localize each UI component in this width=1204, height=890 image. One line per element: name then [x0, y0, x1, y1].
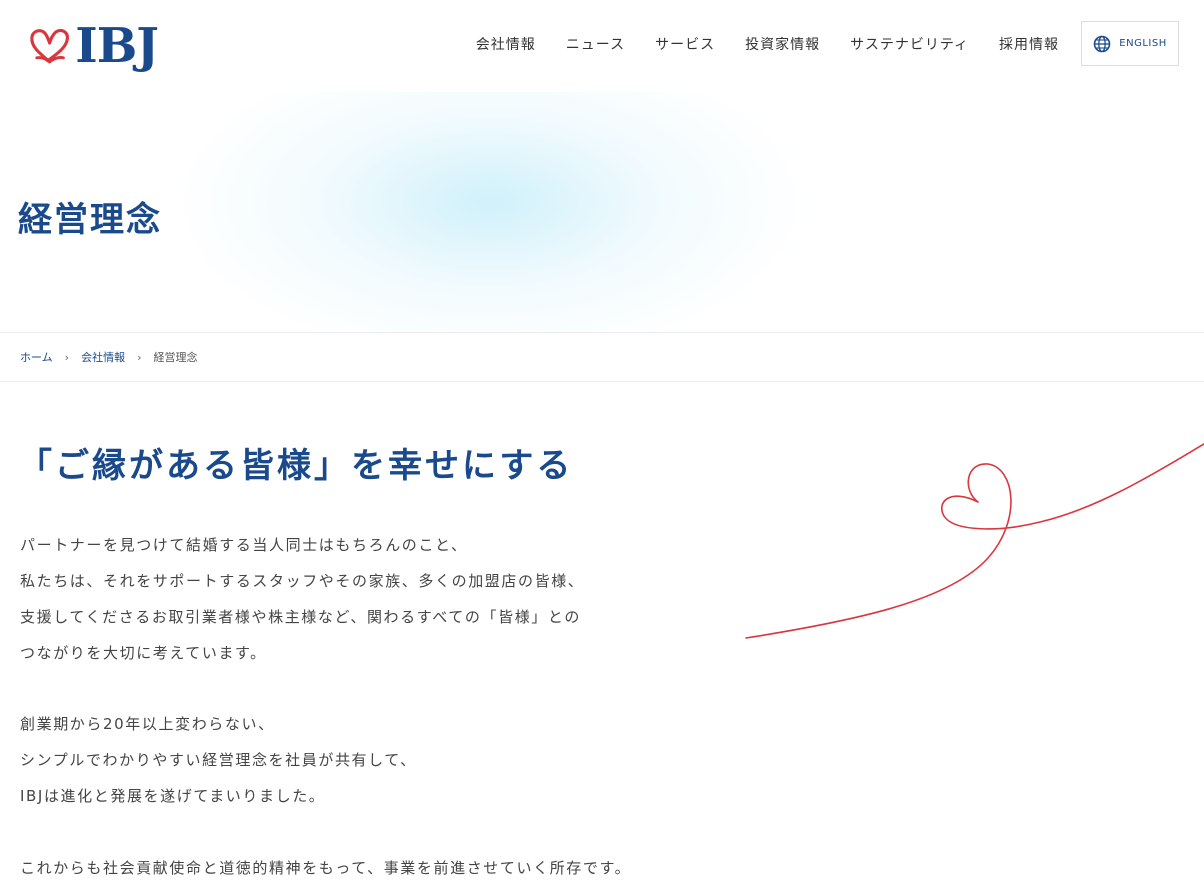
- page-title: 経営理念: [18, 200, 162, 240]
- philosophy-paragraph-1: パートナーを見つけて結婚する当人同士はもちろんのこと、 私たちは、それをサポート…: [20, 527, 584, 671]
- paragraph-line: IBJは進化と発展を遂げてまいりました。: [20, 787, 326, 805]
- paragraph-line: 創業期から20年以上変わらない、: [20, 715, 275, 733]
- nav-item-recruit[interactable]: 採用情報: [984, 34, 1074, 54]
- paragraph-line: シンプルでわかりやすい経営理念を社員が共有して、: [20, 751, 417, 769]
- nav-item-news[interactable]: ニュース: [551, 34, 640, 54]
- red-thread-heart-decoration: [745, 443, 1204, 639]
- chevron-right-icon: ›: [137, 350, 142, 364]
- philosophy-paragraph-3: これからも社会貢献使命と道徳的精神をもって、事業を前進させていく所存です。: [20, 850, 631, 886]
- breadcrumb: ホーム › 会社情報 › 経営理念: [0, 332, 1204, 382]
- paragraph-line: パートナーを見つけて結婚する当人同士はもちろんのこと、: [20, 536, 468, 554]
- breadcrumb-home[interactable]: ホーム: [20, 349, 53, 365]
- hero-banner: 経営理念: [0, 92, 1204, 332]
- nav-item-investors[interactable]: 投資家情報: [730, 34, 835, 54]
- english-language-button[interactable]: ENGLISH: [1081, 21, 1179, 66]
- ibj-logo[interactable]: IBJ: [28, 16, 159, 76]
- catchphrase-heading: 「ご縁がある皆様」を幸せにする: [18, 446, 574, 486]
- english-label: ENGLISH: [1119, 38, 1167, 49]
- philosophy-paragraph-2: 創業期から20年以上変わらない、 シンプルでわかりやすい経営理念を社員が共有して…: [20, 706, 417, 814]
- main-nav: 会社情報 ニュース サービス 投資家情報 サステナビリティ 採用情報: [461, 34, 1074, 54]
- nav-item-sustainability[interactable]: サステナビリティ: [835, 34, 984, 54]
- breadcrumb-current: 経営理念: [153, 351, 198, 364]
- nav-item-company[interactable]: 会社情報: [461, 34, 551, 54]
- page: IBJ 会社情報 ニュース サービス 投資家情報 サステナビリティ 採用情報 E…: [0, 0, 1204, 890]
- paragraph-line: 支援してくださるお取引業者様や株主様など、関わるすべての「皆様」との: [20, 608, 581, 626]
- heart-logo-icon: [30, 28, 69, 64]
- site-header: IBJ 会社情報 ニュース サービス 投資家情報 サステナビリティ 採用情報 E…: [0, 0, 1204, 92]
- nav-item-service[interactable]: サービス: [640, 34, 730, 54]
- paragraph-line: 私たちは、それをサポートするスタッフやその家族、多くの加盟店の皆様、: [20, 572, 585, 590]
- breadcrumb-company[interactable]: 会社情報: [81, 349, 125, 365]
- logo-text: IBJ: [75, 18, 159, 74]
- paragraph-line: つながりを大切に考えています。: [20, 644, 267, 662]
- paragraph-line: これからも社会貢献使命と道徳的精神をもって、事業を前進させていく所存です。: [20, 859, 632, 877]
- chevron-right-icon: ›: [64, 350, 70, 364]
- globe-icon: [1093, 35, 1111, 52]
